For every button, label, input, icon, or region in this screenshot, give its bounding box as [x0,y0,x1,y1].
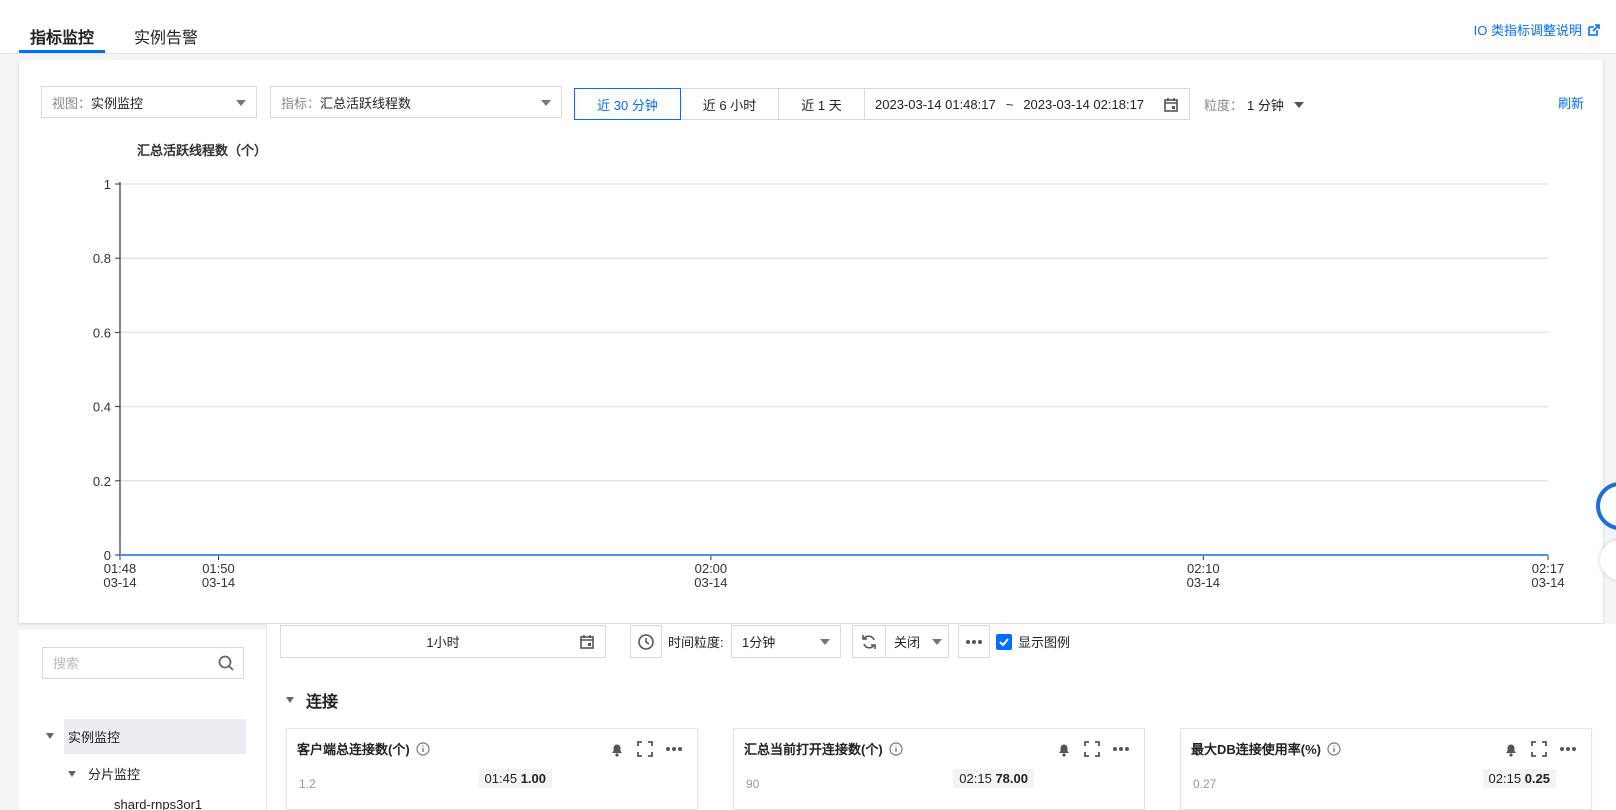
time-granularity-value: 1分钟 [742,635,776,650]
info-icon[interactable] [1327,741,1341,756]
chevron-down-icon [820,639,830,645]
fullscreen-icon[interactable] [637,741,653,757]
metric-card-y-tick: 0.27 [1193,777,1217,791]
metric-card-y-tick: 1.2 [299,777,316,791]
x-tick-time-label: 02:17 [1532,561,1565,576]
checkbox-checked-icon[interactable] [996,633,1012,650]
metric-card-tooltip: 02:15 78.00 [953,769,1034,788]
tooltip-time: 02:15 [959,771,992,786]
time-granularity-label: 时间粒度: [668,635,724,650]
tree-item-label: 分片监控 [88,767,141,782]
x-tick-time-label: 02:00 [695,561,728,576]
info-icon[interactable] [889,741,903,756]
collapse-caret-icon[interactable] [68,770,76,777]
tree-item-shard-monitor[interactable]: 分片监控 [68,764,140,783]
x-tick-date-label: 03-14 [202,575,235,590]
refresh-icon [862,634,876,649]
more-icon[interactable] [1112,746,1130,752]
collapse-caret-icon[interactable] [286,697,294,703]
x-tick-time-label: 01:50 [202,561,235,576]
tree-item-shard[interactable]: shard-rnps3or1 [114,797,202,810]
tooltip-value: 1.00 [520,771,546,786]
more-options-button[interactable] [958,625,990,658]
bell-icon[interactable] [1056,741,1072,757]
x-tick-date-label: 03-14 [694,575,727,590]
collapse-caret-icon[interactable] [46,733,54,739]
y-tick-label: 1 [104,177,111,192]
metric-card-actions [1056,741,1130,757]
x-tick-time-label: 01:48 [104,561,137,576]
tree-item-instance-monitor[interactable]: 实例监控 [64,719,246,754]
tooltip-time: 02:15 [1488,771,1522,786]
metric-card: 客户端总连接数(个) 1.2 01:45 1.00 [286,728,698,810]
metric-card: 汇总当前打开连接数(个) 90 02:15 78.00 [733,728,1145,810]
x-tick-date-label: 03-14 [103,575,136,590]
time-range-input[interactable]: 1小时 [280,625,606,658]
section-connection-header[interactable]: 连接 [286,688,338,712]
y-tick-label: 0.4 [93,400,111,415]
show-legend-label: 显示图例 [1018,635,1071,650]
more-icon[interactable] [1559,746,1577,752]
tooltip-value: 0.25 [1524,771,1550,786]
tree-search [42,647,244,679]
clock-icon [638,633,654,650]
fullscreen-icon[interactable] [1084,741,1100,757]
metric-card-title-text: 客户端总连接数(个) [297,742,410,757]
section-title: 连接 [306,694,339,711]
metric-card-tooltip: 02:15 0.25 [1482,769,1556,788]
more-icon [966,639,982,644]
bell-icon[interactable] [1503,741,1519,757]
chevron-down-icon [932,639,942,645]
range-30min-button[interactable]: 近 30 分钟 [574,88,681,120]
auto-refresh-toggle[interactable] [852,625,886,658]
y-tick-label: 0.2 [93,474,111,489]
x-tick-date-label: 03-14 [1531,575,1564,590]
metric-card-title: 汇总当前打开连接数(个) [744,739,903,758]
more-icon[interactable] [665,746,683,752]
active-threads-chart: 00.20.40.60.8101:4803-1401:5003-1402:000… [93,177,1565,590]
x-tick-date-label: 03-14 [1187,575,1220,590]
fullscreen-icon[interactable] [1531,741,1547,757]
x-tick-time-label: 02:10 [1187,561,1220,576]
auto-refresh-value: 关闭 [894,635,921,650]
metric-card-actions [1503,741,1577,757]
metric-card-title-text: 最大DB连接使用率(%) [1191,742,1321,757]
search-icon[interactable] [217,654,235,672]
metric-card-title-text: 汇总当前打开连接数(个) [744,742,883,757]
bell-icon[interactable] [609,741,625,757]
y-tick-label: 0.8 [93,251,111,266]
tooltip-value: 78.00 [995,771,1028,786]
metric-card-title: 客户端总连接数(个) [297,739,430,758]
tree-item-label: shard-rnps3or1 [114,797,203,810]
metric-card-y-tick: 90 [746,777,760,791]
y-tick-label: 0.6 [93,325,111,340]
metric-card-actions [609,741,683,757]
metric-card: 最大DB连接使用率(%) 0.27 02:15 0.25 [1180,728,1592,810]
info-icon[interactable] [416,741,430,756]
show-legend-checkbox[interactable]: 显示图例 [996,632,1070,651]
tree-search-input[interactable] [43,648,208,678]
time-range-value: 1小时 [426,635,460,650]
auto-refresh-select[interactable]: 关闭 [885,625,949,658]
time-granularity-select[interactable]: 1分钟 [731,625,841,658]
clock-button[interactable] [630,625,662,658]
tooltip-time: 01:45 [484,771,518,786]
calendar-icon [580,635,594,649]
metric-card-tooltip: 01:45 1.00 [478,769,552,788]
tree-item-label: 实例监控 [68,730,121,745]
metric-card-title: 最大DB连接使用率(%) [1191,739,1341,758]
